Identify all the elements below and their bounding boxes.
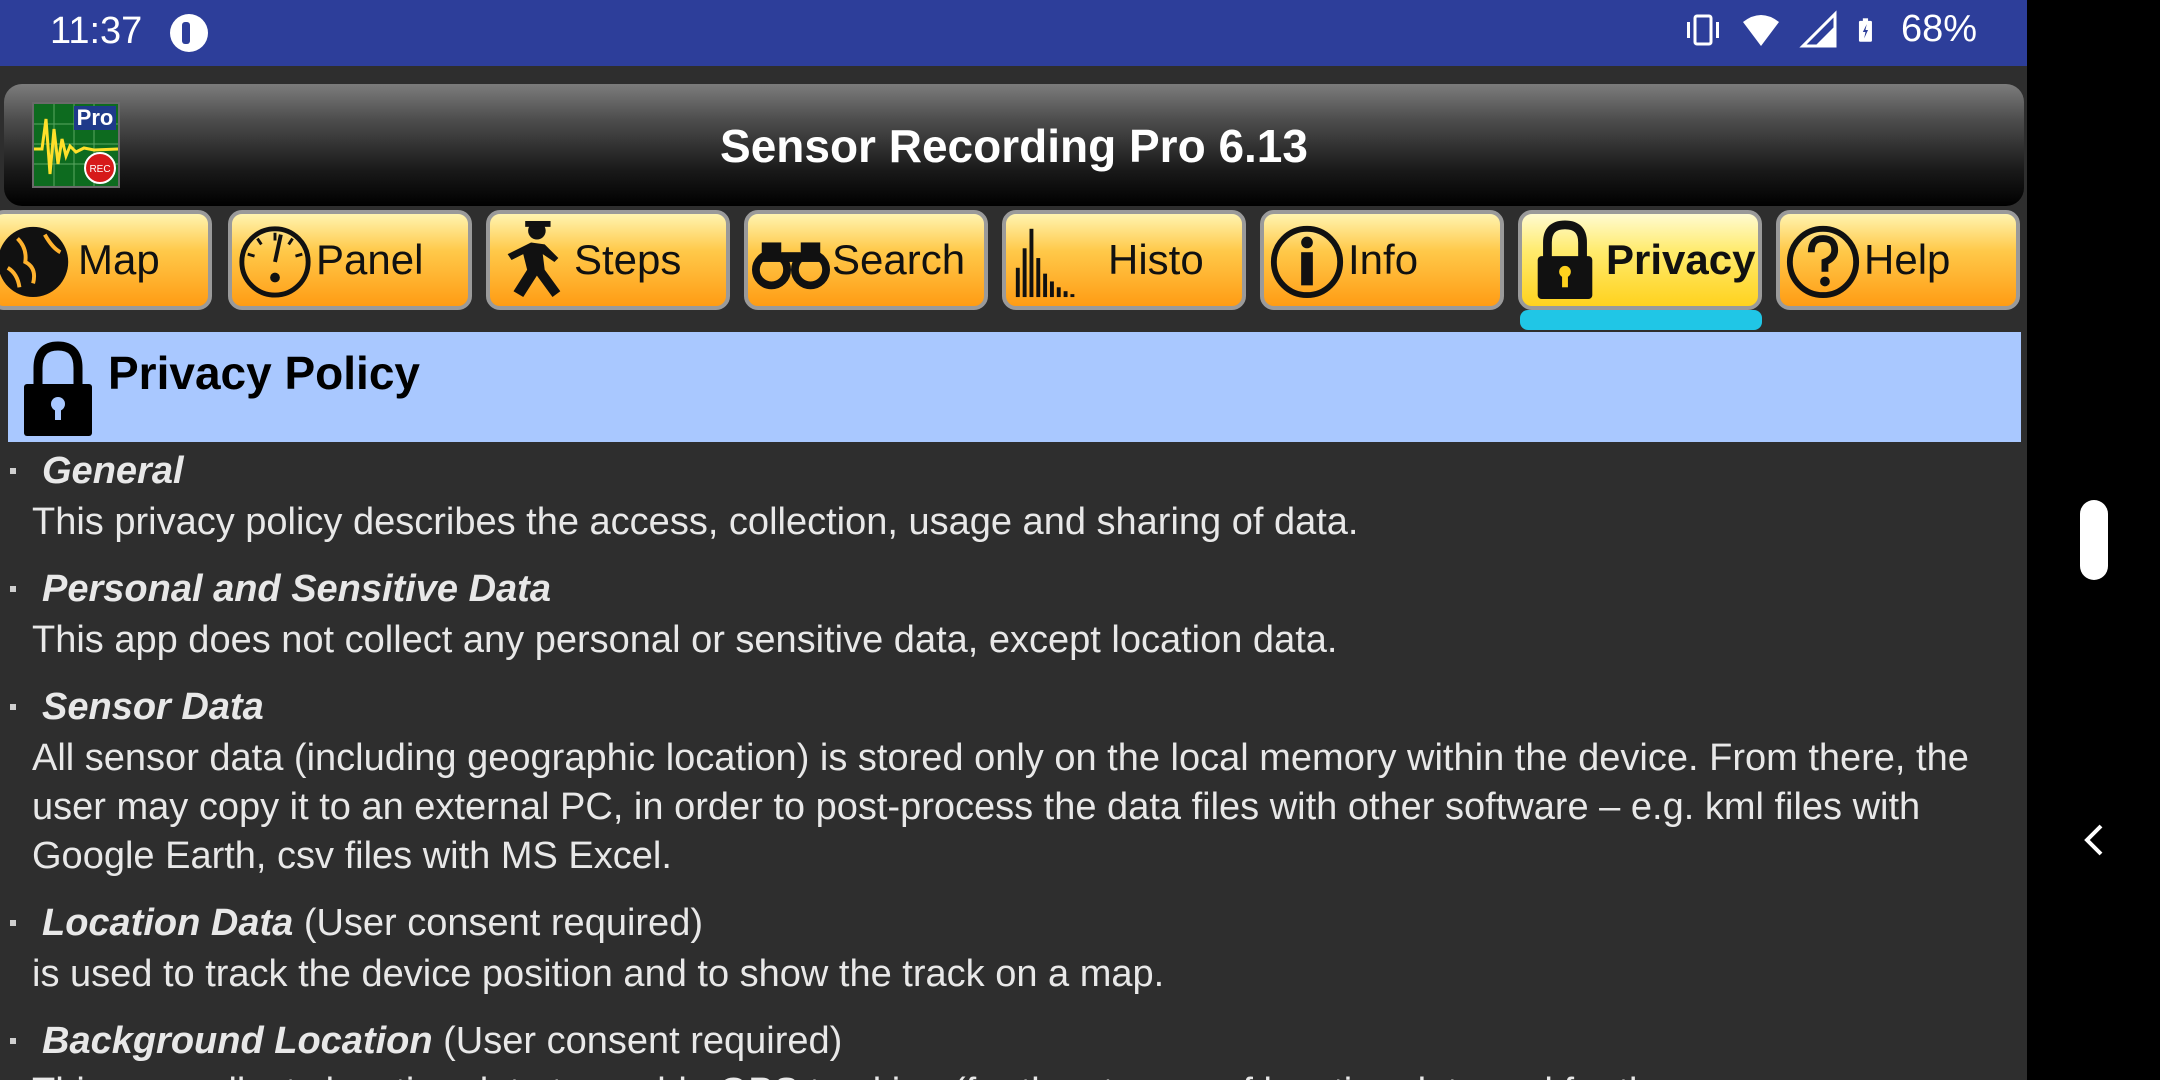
section-body: is used to track the device position and… bbox=[32, 953, 1165, 995]
battery-percent: 68% bbox=[1900, 8, 1977, 50]
cell-signal-icon bbox=[1799, 9, 1837, 47]
tab-help-label: Help bbox=[1864, 236, 1951, 283]
gauge-icon bbox=[239, 226, 311, 298]
section-body: This app collects location data to enabl… bbox=[32, 1068, 2012, 1080]
globe-icon bbox=[0, 226, 69, 298]
histogram-icon bbox=[1015, 228, 1075, 298]
tab-search[interactable]: Search bbox=[744, 210, 988, 310]
binoculars-icon bbox=[752, 242, 830, 290]
lock-icon bbox=[24, 341, 92, 436]
tab-info-label: Info bbox=[1348, 236, 1419, 283]
question-icon bbox=[1786, 225, 1860, 299]
tab-steps-label: Steps bbox=[574, 236, 682, 283]
tab-histo-label: Histo bbox=[1108, 236, 1204, 283]
active-tab-indicator bbox=[1520, 310, 1762, 330]
walking-man-icon bbox=[507, 221, 561, 298]
tab-info[interactable]: Info bbox=[1260, 210, 1504, 310]
home-pill[interactable] bbox=[2080, 500, 2108, 580]
section-heading: Location Data (User consent required) bbox=[42, 902, 703, 944]
section-body: This app does not collect any personal o… bbox=[32, 619, 1338, 661]
bullet bbox=[10, 920, 16, 926]
tab-map-label: Map bbox=[78, 236, 160, 283]
app-notification-icon bbox=[170, 14, 208, 52]
app-window: 11:37 68% Pro REC Sensor Recording Pro 6… bbox=[0, 0, 2027, 1080]
privacy-content[interactable]: General This privacy policy describes th… bbox=[0, 442, 2027, 1080]
privacy-header: Privacy Policy bbox=[8, 332, 2021, 442]
info-icon bbox=[1270, 225, 1344, 299]
tab-search-label: Search bbox=[832, 236, 966, 283]
status-right-icons: 68% bbox=[1683, 8, 1977, 51]
tab-panel-label: Panel bbox=[316, 236, 424, 283]
status-time: 11:37 bbox=[50, 10, 143, 52]
section-body: All sensor data (including geographic lo… bbox=[32, 737, 1969, 877]
bullet bbox=[10, 704, 16, 710]
tab-panel[interactable]: Panel bbox=[228, 210, 472, 310]
page-title: Privacy Policy bbox=[108, 347, 420, 399]
app-title: Sensor Recording Pro 6.13 bbox=[720, 120, 1308, 172]
bullet bbox=[10, 1038, 16, 1044]
section-heading: Sensor Data bbox=[42, 686, 264, 728]
tab-privacy[interactable]: Privacy bbox=[1518, 210, 1762, 310]
section-heading: Background Location (User consent requir… bbox=[42, 1020, 843, 1062]
tab-map[interactable]: Map bbox=[0, 210, 212, 310]
bullet bbox=[10, 586, 16, 592]
title-bar: Pro REC Sensor Recording Pro 6.13 bbox=[4, 84, 2024, 206]
section-body: This privacy policy describes the access… bbox=[32, 501, 1359, 543]
tab-bar: Map Panel Steps Search Histo Info Privac… bbox=[0, 210, 2027, 330]
bullet bbox=[10, 468, 16, 474]
section-heading: General bbox=[42, 450, 184, 492]
status-bar: 11:37 68% bbox=[0, 0, 2027, 66]
vibrate-icon bbox=[1686, 14, 1719, 45]
tab-steps[interactable]: Steps bbox=[486, 210, 730, 310]
lock-icon bbox=[1537, 220, 1593, 299]
section-heading: Personal and Sensitive Data bbox=[42, 568, 551, 610]
tab-help[interactable]: Help bbox=[1776, 210, 2020, 310]
wifi-icon bbox=[1742, 14, 1779, 46]
tab-privacy-label: Privacy bbox=[1606, 236, 1756, 283]
back-chevron-icon[interactable] bbox=[2075, 820, 2115, 860]
tab-histo[interactable]: Histo bbox=[1002, 210, 1246, 310]
battery-charging-icon bbox=[1858, 17, 1872, 42]
